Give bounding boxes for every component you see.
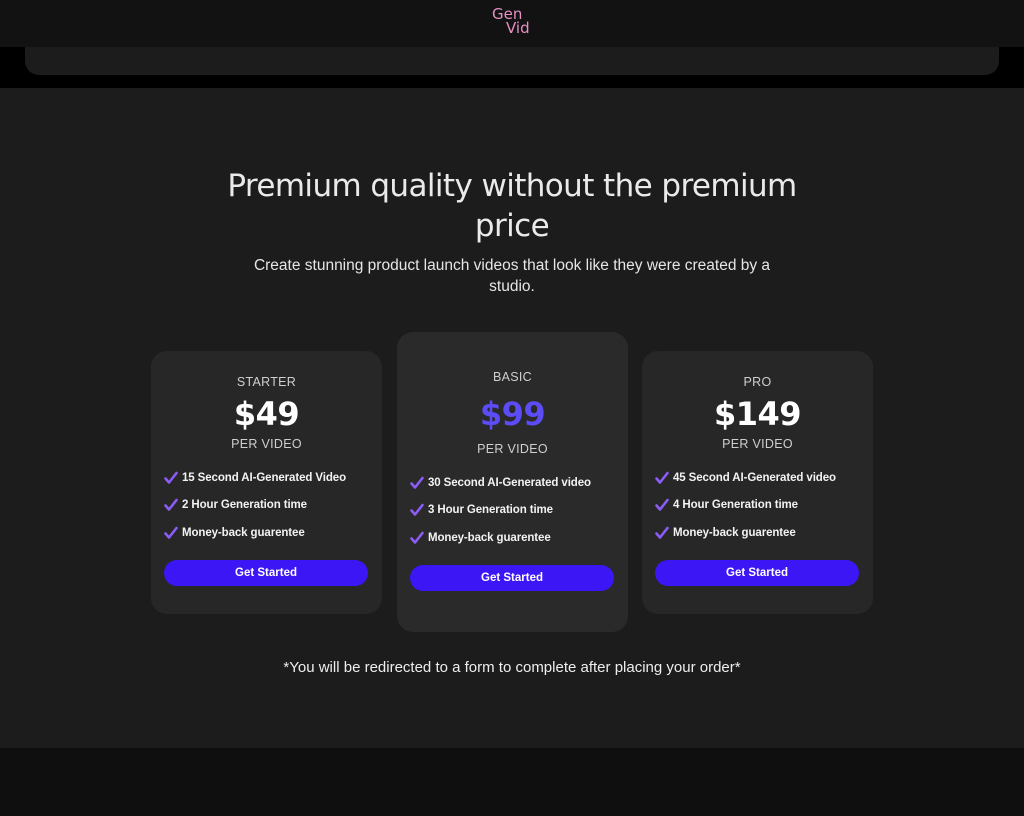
plan-feature-text: Money-back guarentee (428, 531, 551, 544)
plan-card-starter: STARTER $49 PER VIDEO 15 Second AI-Gener… (151, 351, 382, 614)
plan-feature-text: 30 Second AI-Generated video (428, 476, 591, 489)
plan-feature-text: 4 Hour Generation time (673, 499, 798, 512)
upper-section-card-bottom (25, 47, 999, 75)
plan-features-list: 30 Second AI-Generated video 3 Hour Gene… (410, 469, 618, 552)
pricing-section: Premium quality without the premium pric… (0, 88, 1024, 748)
get-started-button-pro[interactable]: Get Started (655, 560, 859, 586)
plan-feature: Money-back guarentee (410, 524, 618, 552)
plan-tier-label: STARTER (236, 375, 297, 389)
checkmark-icon (655, 498, 669, 512)
checkmark-icon (164, 498, 178, 512)
checkmark-icon (410, 531, 424, 544)
checkmark-icon (655, 526, 669, 539)
plan-feature: 4 Hour Generation time (655, 492, 863, 520)
plan-feature: 3 Hour Generation time (410, 497, 618, 525)
plan-feature: 2 Hour Generation time (164, 492, 372, 520)
plan-feature: 30 Second AI-Generated video (410, 469, 618, 497)
plan-price: $99 (479, 395, 546, 433)
checkmark-icon (655, 471, 669, 484)
plan-price: $149 (713, 395, 802, 433)
plan-price: $49 (233, 395, 300, 433)
get-started-button-basic[interactable]: Get Started (410, 565, 614, 591)
plan-feature-text: Money-back guarentee (673, 526, 796, 539)
plan-feature-text: 15 Second AI-Generated Video (182, 471, 347, 484)
plan-card-pro: PRO $149 PER VIDEO 45 Second AI-Generate… (642, 351, 873, 614)
plan-price-unit: PER VIDEO (722, 437, 793, 451)
page-bottom-background (0, 748, 1024, 816)
plan-feature-text: 2 Hour Generation time (182, 499, 307, 512)
plan-feature-text: 3 Hour Generation time (428, 504, 553, 517)
plan-features-list: 45 Second AI-Generated video 4 Hour Gene… (655, 464, 863, 547)
top-navbar: Gen Vid (0, 0, 1024, 47)
pricing-headline: Premium quality without the premium pric… (227, 168, 797, 244)
plan-feature: Money-back guarentee (164, 519, 372, 547)
plan-feature-text: 45 Second AI-Generated video (673, 471, 836, 484)
plan-feature-text: Money-back guarentee (182, 526, 305, 539)
checkmark-icon (164, 471, 178, 484)
plan-tier-label: PRO (743, 375, 772, 389)
plan-tier-label: BASIC (492, 370, 532, 384)
genvid-logo[interactable]: Gen Vid (492, 7, 530, 37)
plan-feature: 45 Second AI-Generated video (655, 464, 863, 492)
plan-feature: Money-back guarentee (655, 519, 863, 547)
checkmark-icon (410, 476, 424, 489)
pricing-subheadline: Create stunning product launch videos th… (253, 257, 771, 295)
plan-features-list: 15 Second AI-Generated Video 2 Hour Gene… (164, 464, 372, 547)
get-started-button-starter[interactable]: Get Started (164, 560, 368, 586)
logo-text-vid: Vid (506, 19, 530, 37)
plan-price-unit: PER VIDEO (231, 437, 302, 451)
order-redirect-footnote: *You will be redirected to a form to com… (283, 659, 741, 676)
plan-card-basic: BASIC $99 PER VIDEO 30 Second AI-Generat… (397, 332, 628, 632)
checkmark-icon (164, 526, 178, 539)
checkmark-icon (410, 503, 424, 517)
plan-price-unit: PER VIDEO (477, 442, 548, 456)
plan-feature: 15 Second AI-Generated Video (164, 464, 372, 492)
